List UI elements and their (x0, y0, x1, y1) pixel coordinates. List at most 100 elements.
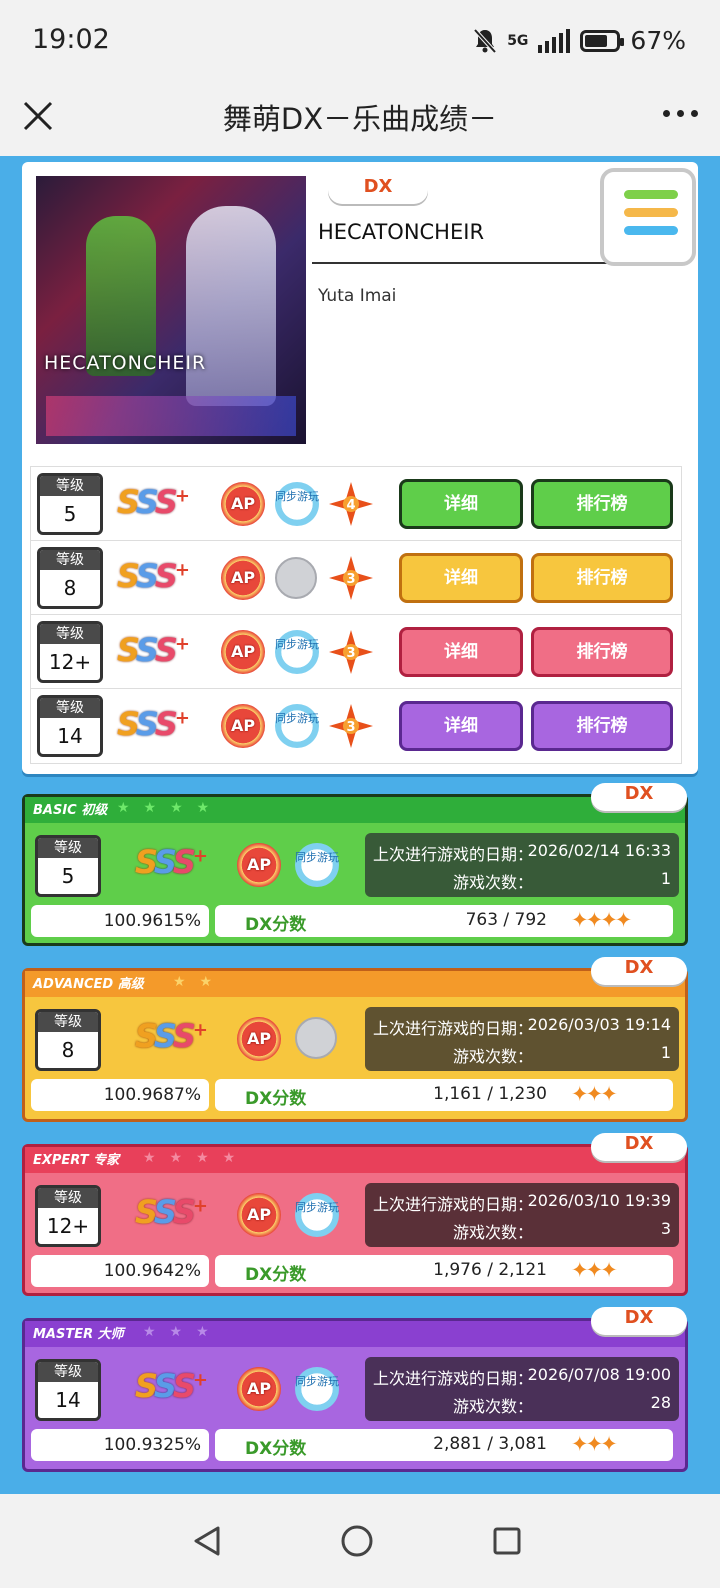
dx-score-bar: DX分数 1,976 / 2,121 ✦✦✦ (215, 1255, 673, 1287)
battery-icon (580, 29, 625, 52)
level-value: 8 (63, 576, 77, 600)
rank-sss-plus-icon: SSS+ (135, 1367, 208, 1405)
rank-sss-plus-icon: SSS+ (117, 705, 190, 743)
last-played-date: 2026/03/03 19:14 (527, 1015, 671, 1034)
rank-sss-plus-icon: SSS+ (135, 843, 208, 881)
level-box: 等级 12+ (37, 621, 103, 683)
recents-icon[interactable] (492, 1526, 522, 1556)
band-decor-stars: ★★★ (143, 1324, 223, 1340)
last-played-label: 上次进行游戏的日期： (373, 845, 534, 864)
level-box: 等级 12+ (35, 1185, 101, 1247)
dx-star-icon: 3 (329, 630, 373, 674)
ranking-button-basic[interactable]: 排行榜 (531, 479, 673, 529)
last-played-date: 2026/02/14 16:33 (527, 841, 671, 860)
sync-play-badge: 同步游玩 (295, 1367, 339, 1411)
chart-type-badge: DX (328, 176, 428, 204)
detail-button-expert[interactable]: 详细 (399, 627, 523, 677)
play-count-label: 游戏次数： (453, 1223, 534, 1242)
level-value: 5 (63, 502, 77, 526)
last-played-date: 2026/07/08 19:00 (527, 1365, 671, 1384)
last-played-date: 2026/03/10 19:39 (527, 1191, 671, 1210)
detail-button-advanced[interactable]: 详细 (399, 553, 523, 603)
difficulty-row-advanced: 等级 8 SSS+ AP 3 详细 排行榜 (31, 541, 681, 615)
title-divider (312, 262, 612, 264)
network-type: 5G (507, 32, 529, 49)
more-options-icon[interactable] (663, 110, 698, 117)
score-card-master: MASTER 大师 ★★★ DX 等级 14 SSS+ AP 同步游玩 上次进行… (22, 1307, 688, 1472)
achievement-rate: 100.9642% (31, 1255, 209, 1287)
band-decor-stars: ★★★★ (143, 1150, 250, 1166)
song-jacket-image: HECATONCHEIR (36, 176, 306, 444)
level-box: 等级 5 (37, 473, 103, 535)
battery-percent: 67% (630, 26, 686, 55)
last-played-label: 上次进行游戏的日期： (373, 1019, 534, 1038)
rank-sss-plus-icon: SSS+ (135, 1017, 208, 1055)
dx-stars-icon: ✦✦✦ (571, 1258, 618, 1282)
dx-stars-icon: ✦✦✦ (571, 1082, 618, 1106)
dx-score-bar: DX分数 1,161 / 1,230 ✦✦✦ (215, 1079, 673, 1111)
dx-badge: DX (591, 1307, 687, 1335)
dx-score-label: DX分数 (245, 1265, 307, 1285)
play-info-panel: 上次进行游戏的日期： 2026/03/03 19:14 游戏次数： 1 (365, 1007, 679, 1071)
ap-badge-icon: AP (221, 482, 265, 526)
difficulty-band: ADVANCED 高级 ★★ (25, 971, 685, 997)
detail-button-basic[interactable]: 详细 (399, 479, 523, 529)
ap-badge-icon: AP (237, 1367, 281, 1411)
rank-sss-plus-icon: SSS+ (135, 1193, 208, 1231)
dx-score-value: 763 / 792 (465, 910, 547, 930)
dx-score-value: 2,881 / 3,081 (433, 1434, 547, 1454)
ranking-button-advanced[interactable]: 排行榜 (531, 553, 673, 603)
svg-text:3: 3 (346, 720, 355, 735)
difficulty-table: 等级 5 SSS+ AP 同步游玩 4 详细 排行榜 等级 8 SSS+ AP … (30, 466, 682, 764)
ap-badge-icon: AP (221, 556, 265, 600)
dx-star-icon: 3 (329, 556, 373, 600)
svg-text:3: 3 (346, 646, 355, 661)
status-icons: 5G 67% (473, 26, 686, 55)
difficulty-band: EXPERT 专家 ★★★★ (25, 1147, 685, 1173)
level-label: 等级 (40, 698, 100, 718)
play-count-label: 游戏次数： (453, 1047, 534, 1066)
ranking-button-master[interactable]: 排行榜 (531, 701, 673, 751)
level-box: 等级 14 (35, 1359, 101, 1421)
difficulty-band: MASTER 大师 ★★★ (25, 1321, 685, 1347)
back-icon[interactable] (190, 1524, 224, 1558)
play-info-panel: 上次进行游戏的日期： 2026/02/14 16:33 游戏次数： 1 (365, 833, 679, 897)
song-card: HECATONCHEIR DX HECATONCHEIR Yuta Imai 等… (22, 162, 698, 774)
band-decor-stars: ★★ (173, 974, 227, 990)
dx-score-value: 1,976 / 2,121 (433, 1260, 547, 1280)
title-bar: 舞萌DX－乐曲成绩－ (0, 84, 720, 156)
sync-play-badge: 同步游玩 (275, 630, 319, 674)
score-card-basic: BASIC 初级 ★★★★ DX 等级 5 SSS+ AP 同步游玩 上次进行游… (22, 783, 688, 946)
song-title: HECATONCHEIR (318, 220, 485, 244)
play-count-value: 28 (650, 1393, 671, 1412)
dx-score-bar: DX分数 2,881 / 3,081 ✦✦✦ (215, 1429, 673, 1461)
detail-button-master[interactable]: 详细 (399, 701, 523, 751)
main-content: HECATONCHEIR DX HECATONCHEIR Yuta Imai 等… (0, 156, 720, 1494)
page-title: 舞萌DX－乐曲成绩－ (222, 102, 498, 136)
ap-badge-icon: AP (237, 843, 281, 887)
song-artist: Yuta Imai (318, 286, 397, 306)
sync-play-badge: 同步游玩 (275, 482, 319, 526)
ranking-button-expert[interactable]: 排行榜 (531, 627, 673, 677)
navigation-bar (0, 1494, 720, 1588)
dx-score-bar: DX分数 763 / 792 ✦✦✦✦ (215, 905, 673, 937)
status-time: 19:02 (32, 24, 110, 55)
menu-button[interactable] (600, 168, 696, 266)
level-box: 等级 5 (35, 835, 101, 897)
play-count-label: 游戏次数： (453, 873, 534, 892)
svg-text:3: 3 (346, 572, 355, 587)
difficulty-row-master: 等级 14 SSS+ AP 同步游玩 3 详细 排行榜 (31, 689, 681, 763)
dx-badge: DX (591, 957, 687, 985)
play-count-value: 1 (660, 1043, 671, 1062)
bell-muted-icon (473, 28, 497, 53)
score-card-expert: EXPERT 专家 ★★★★ DX 等级 12+ SSS+ AP 同步游玩 上次… (22, 1133, 688, 1296)
ap-badge-icon: AP (221, 704, 265, 748)
sync-play-badge: 同步游玩 (275, 704, 319, 748)
achievement-rate: 100.9615% (31, 905, 209, 937)
home-icon[interactable] (340, 1524, 374, 1558)
play-info-panel: 上次进行游戏的日期： 2026/07/08 19:00 游戏次数： 28 (365, 1357, 679, 1421)
ap-badge-icon: AP (237, 1193, 281, 1237)
dx-score-label: DX分数 (245, 1439, 307, 1459)
score-card-advanced: ADVANCED 高级 ★★ DX 等级 8 SSS+ AP 上次进行游戏的日期… (22, 957, 688, 1122)
play-info-panel: 上次进行游戏的日期： 2026/03/10 19:39 游戏次数： 3 (365, 1183, 679, 1247)
